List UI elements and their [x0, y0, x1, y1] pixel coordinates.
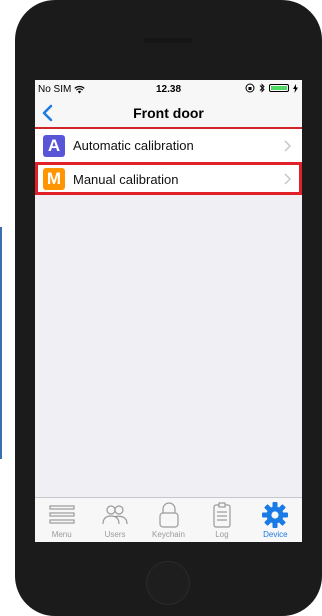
- tab-label: Menu: [51, 530, 72, 539]
- chevron-right-icon: [284, 173, 292, 185]
- menu-icon: [49, 505, 75, 524]
- status-bar: No SIM 12.38: [35, 80, 302, 99]
- list-item-label: Automatic calibration: [73, 138, 194, 153]
- gear-icon: [262, 502, 289, 528]
- tab-menu[interactable]: Menu: [35, 498, 88, 542]
- tab-keychain[interactable]: Keychain: [142, 498, 195, 542]
- battery-icon: [269, 84, 289, 92]
- tab-label: Log: [215, 530, 229, 539]
- app-screen: No SIM 12.38 Front door A Automatic cali…: [35, 80, 302, 542]
- navigation-bar: Front door: [35, 99, 302, 129]
- tab-label: Device: [263, 530, 288, 539]
- bluetooth-icon: [259, 83, 265, 93]
- home-button[interactable]: [146, 561, 190, 605]
- users-icon: [102, 505, 128, 525]
- calibration-list: A Automatic calibration M Manual calibra…: [35, 129, 302, 195]
- keychain-icon: [158, 502, 179, 528]
- log-icon: [213, 502, 231, 528]
- status-right: [245, 83, 298, 93]
- manual-badge-icon: M: [43, 168, 65, 190]
- list-item-manual-calibration[interactable]: M Manual calibration: [35, 162, 302, 195]
- page-title: Front door: [133, 105, 204, 121]
- speaker-grille: [143, 38, 193, 43]
- tab-label: Users: [104, 530, 126, 539]
- orientation-lock-icon: [245, 83, 255, 93]
- tab-bar: Menu Users Keychain Log Device: [35, 497, 302, 542]
- chevron-right-icon: [284, 139, 292, 152]
- tab-log[interactable]: Log: [195, 498, 248, 542]
- left-edge-rule: [0, 227, 2, 459]
- list-item-automatic-calibration[interactable]: A Automatic calibration: [35, 129, 302, 162]
- tab-users[interactable]: Users: [88, 498, 141, 542]
- list-item-label: Manual calibration: [73, 171, 179, 187]
- tab-label: Keychain: [152, 530, 185, 539]
- tab-device[interactable]: Device: [249, 498, 302, 542]
- automatic-badge-icon: A: [43, 134, 65, 157]
- phone-frame: No SIM 12.38 Front door A Automatic cali…: [15, 0, 322, 616]
- charging-icon: [293, 83, 298, 93]
